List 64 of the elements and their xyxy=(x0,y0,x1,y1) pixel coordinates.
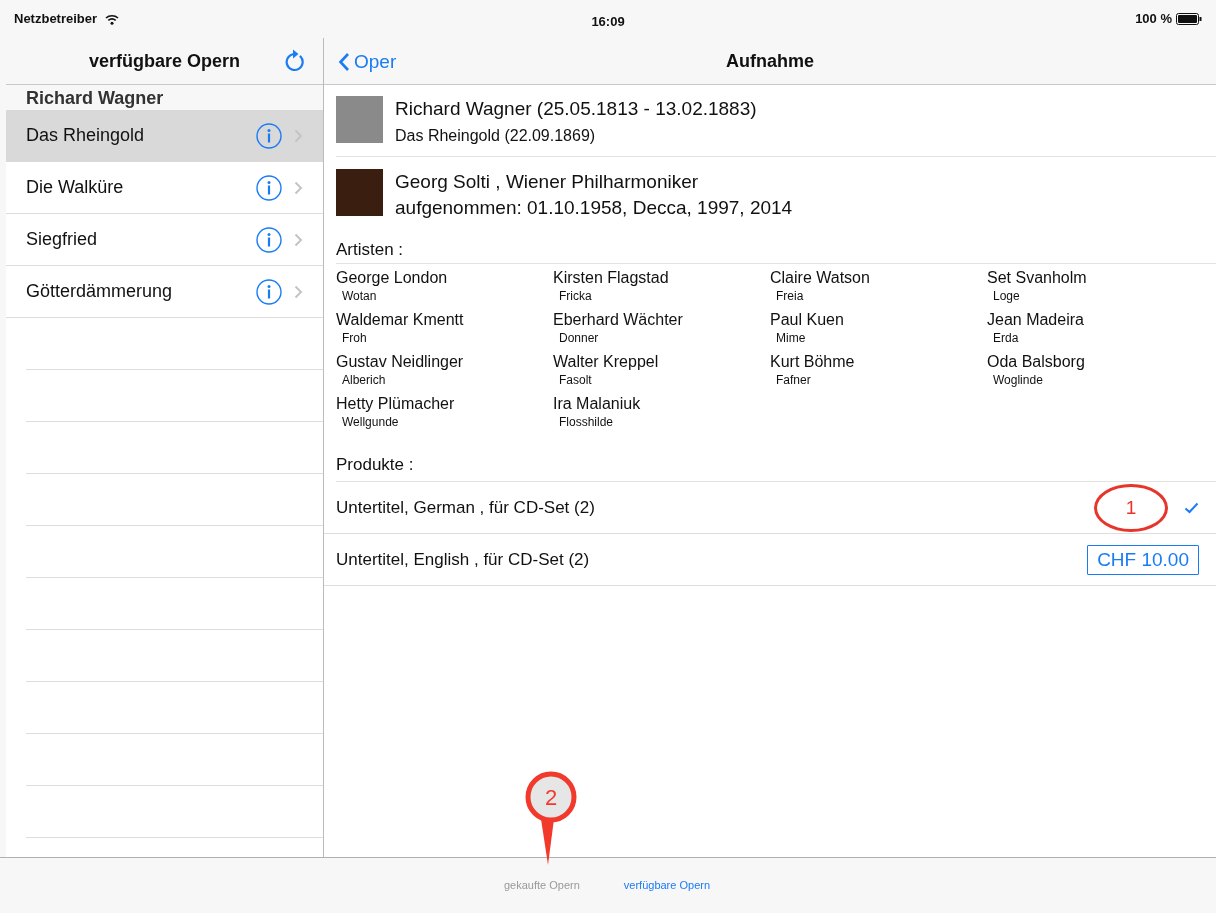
back-chevron-icon xyxy=(338,52,350,73)
chevron-icon xyxy=(294,180,303,195)
tab-bar-item[interactable]: verfügbare Opern xyxy=(623,877,711,894)
artist-name: Claire Watson xyxy=(770,267,870,288)
composer-text: Richard Wagner (25.05.1813 - 13.02.1883) xyxy=(395,97,757,121)
artist-role: Alberich xyxy=(341,371,386,388)
artist-name: Kurt Böhme xyxy=(770,351,855,372)
artist-name: Eberhard Wächter xyxy=(553,309,683,330)
artist-role: Loge xyxy=(992,287,1020,304)
battery-icon xyxy=(1176,13,1202,25)
back-button[interactable]: Oper xyxy=(338,48,397,77)
artist-role: Wellgunde xyxy=(341,413,399,430)
section-header: Richard Wagner xyxy=(6,85,323,110)
artist-role: Erda xyxy=(992,329,1019,346)
nav-title: Aufnahme xyxy=(726,49,814,73)
artist-role: Freia xyxy=(775,287,804,304)
info-icon[interactable] xyxy=(256,226,282,253)
artist-name: Paul Kuen xyxy=(770,309,844,330)
artist-role: Donner xyxy=(558,329,599,346)
checkmark-icon xyxy=(1184,501,1199,514)
recording-text: aufgenommen: 01.10.1958, Decca, 1997, 2014 xyxy=(395,196,793,220)
clock-label: 16:09 xyxy=(591,13,625,31)
info-icon[interactable] xyxy=(256,174,282,201)
artist-role: Fafner xyxy=(775,371,811,388)
product-label: Untertitel, English , für CD-Set (2) xyxy=(336,548,590,571)
artist-name: Hetty Plümacher xyxy=(336,393,455,414)
opera-list-item[interactable]: Das Rheingold xyxy=(6,110,323,162)
opera-list-item[interactable]: Die Walküre xyxy=(6,162,323,214)
artist-name: Oda Balsborg xyxy=(987,351,1085,372)
artist-name: Waldemar Kmentt xyxy=(336,309,464,330)
recording-text: Georg Solti , Wiener Philharmoniker xyxy=(395,170,700,194)
artist-role: Woglinde xyxy=(992,371,1043,388)
artist-role: Wotan xyxy=(341,287,377,304)
info-icon[interactable] xyxy=(256,122,282,149)
price-button[interactable]: CHF 10.00 xyxy=(1087,544,1199,575)
artist-role: Froh xyxy=(341,329,367,346)
artist-name: Kirsten Flagstad xyxy=(553,267,669,288)
product-label: Untertitel, German , für CD-Set (2) xyxy=(336,496,595,519)
work-text: Das Rheingold (22.09.1869) xyxy=(395,126,597,146)
portrait-photo-placeholder xyxy=(336,96,383,143)
artist-role: Fasolt xyxy=(558,371,592,388)
album-cover-placeholder xyxy=(336,169,383,216)
artist-name: Ira Malaniuk xyxy=(553,393,641,414)
section-heading: Artisten : xyxy=(335,239,405,261)
carrier-label: Netzbetreiber xyxy=(14,10,98,29)
wifi-icon xyxy=(105,13,120,25)
artist-name: Walter Kreppel xyxy=(553,351,659,372)
artist-role: Flosshilde xyxy=(558,413,614,430)
nav-title: verfügbare Opern xyxy=(88,49,240,73)
info-icon[interactable] xyxy=(256,278,282,305)
chevron-icon xyxy=(294,284,303,299)
artist-role: Mime xyxy=(775,329,806,346)
battery-percent: 100 % xyxy=(1135,10,1172,29)
refresh-icon[interactable] xyxy=(283,48,305,72)
callout-circle: 1 xyxy=(1094,484,1168,532)
section-heading: Produkte : xyxy=(335,453,415,476)
artist-name: Set Svanholm xyxy=(987,267,1087,288)
artist-name: Gustav Neidlinger xyxy=(336,351,464,372)
opera-list-item[interactable]: Siegfried xyxy=(6,214,323,266)
artist-name: George London xyxy=(336,267,448,288)
chevron-icon xyxy=(294,232,303,247)
artist-role: Fricka xyxy=(558,287,592,304)
artist-name: Jean Madeira xyxy=(987,309,1084,330)
opera-list-item[interactable]: Götterdämmerung xyxy=(6,266,323,318)
